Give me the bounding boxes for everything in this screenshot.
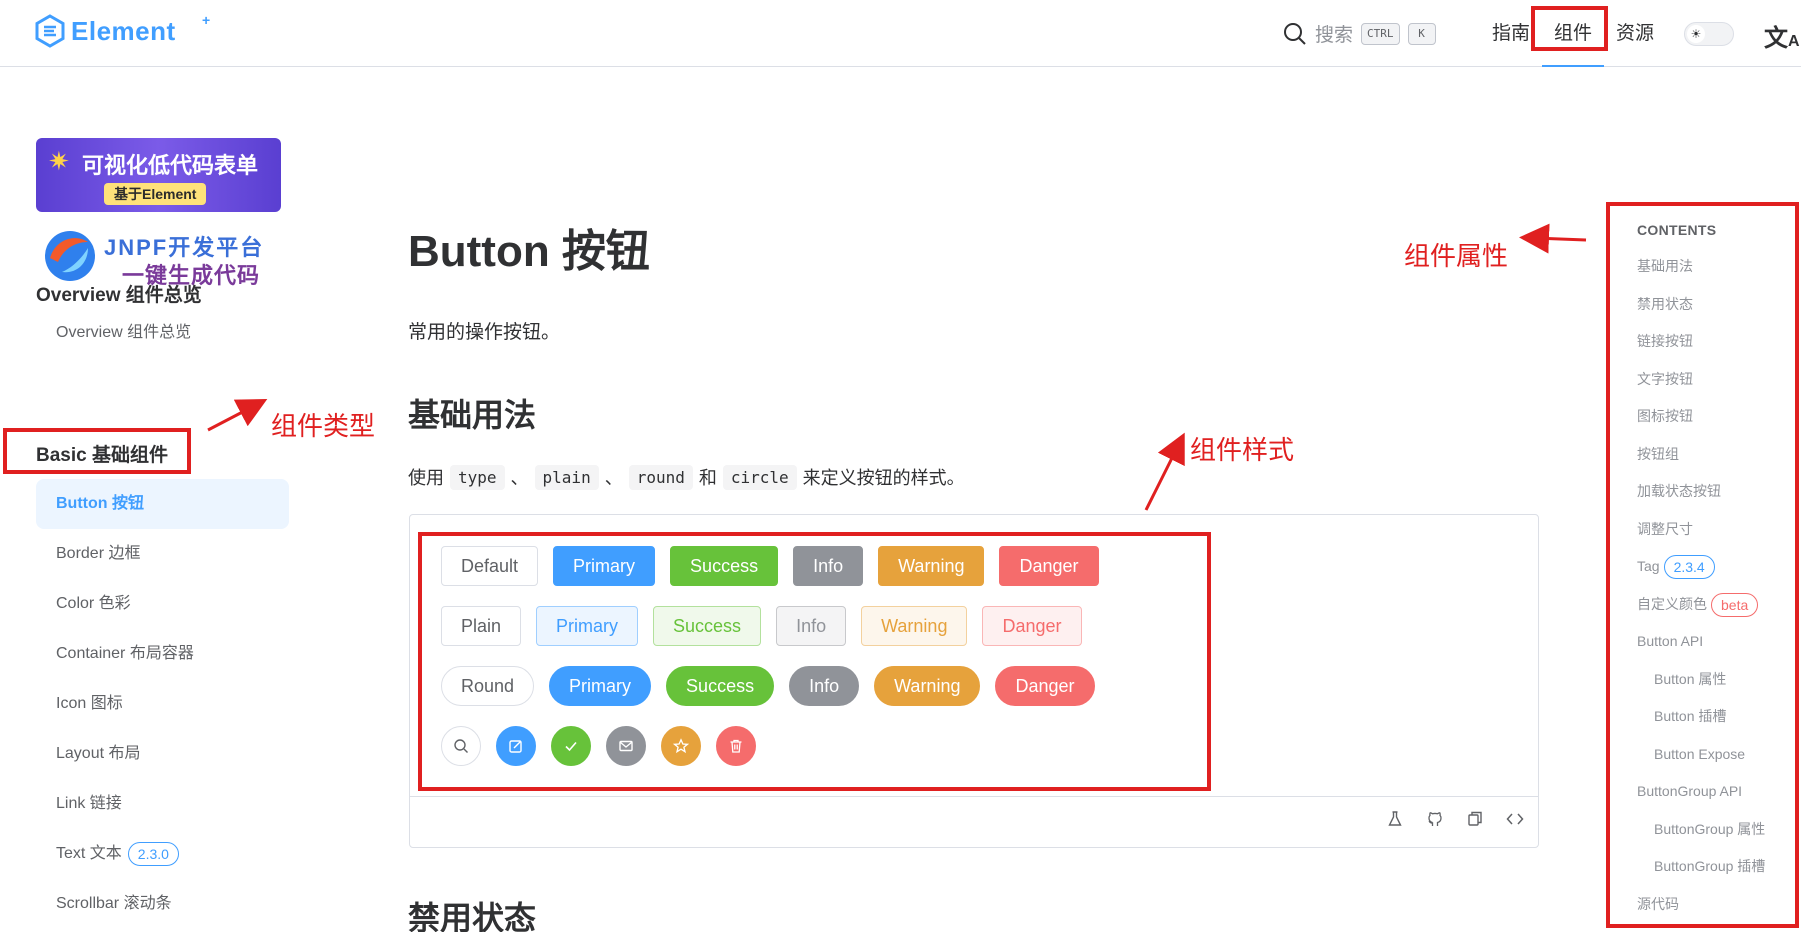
- annotation-arrows: [207, 223, 1587, 511]
